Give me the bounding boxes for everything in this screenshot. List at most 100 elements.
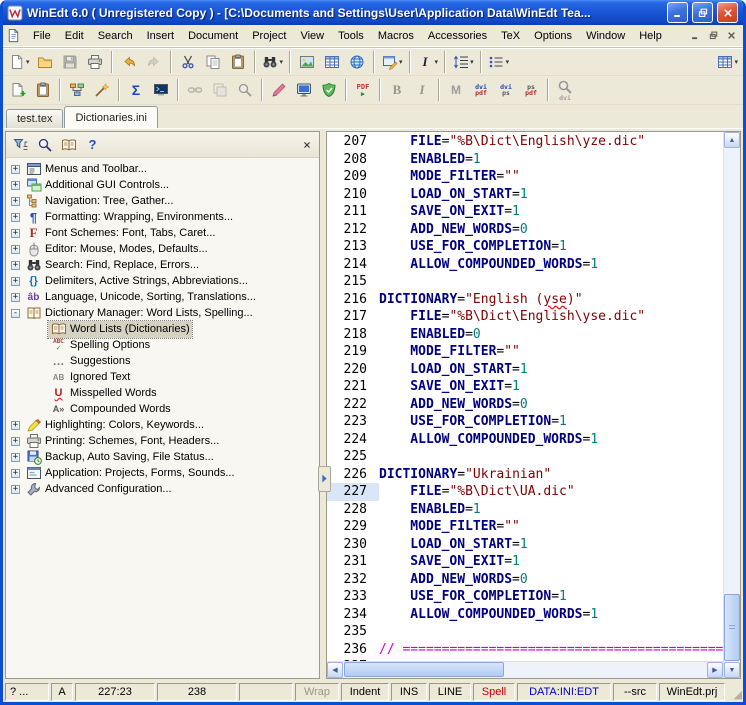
code-line-210[interactable]: 210LOAD_ON_START=1 <box>327 186 723 204</box>
tree-item-formatting-wrapping-environments[interactable]: +¶Formatting: Wrapping, Environments... <box>6 209 319 225</box>
menu-project[interactable]: Project <box>245 27 293 45</box>
code-line-209[interactable]: 209MODE_FILTER="" <box>327 168 723 186</box>
help-button[interactable]: ? <box>82 134 103 155</box>
italic-button[interactable]: I <box>410 78 434 102</box>
restore-button[interactable] <box>692 2 713 23</box>
scroll-down-button[interactable]: ▼ <box>724 662 740 678</box>
tree-expander[interactable]: + <box>11 213 20 222</box>
code-line-208[interactable]: 208ENABLED=1 <box>327 151 723 169</box>
dictionary-manager-button[interactable] <box>58 134 79 155</box>
code-line-216[interactable]: 216DICTIONARY="English (yse)" <box>327 291 723 309</box>
tree-item-ignored-text[interactable]: ABIgnored Text <box>6 369 319 385</box>
tree-expander[interactable]: + <box>11 277 20 286</box>
tree-item-delimiters-active-strings-abbreviations[interactable]: +{}Delimiters, Active Strings, Abbreviat… <box>6 273 319 289</box>
code-line-229[interactable]: 229MODE_FILTER="" <box>327 518 723 536</box>
new-document-button[interactable]: ▾ <box>6 50 32 74</box>
tree-expander[interactable]: + <box>11 421 20 430</box>
tree-item-compounded-words[interactable]: A»Compounded Words <box>6 401 319 417</box>
find-in-tree-button[interactable] <box>34 134 55 155</box>
copy-button[interactable] <box>201 50 225 74</box>
tree-item-additional-gui-controls[interactable]: +Additional GUI Controls... <box>6 177 319 193</box>
bold-button[interactable]: B <box>385 78 409 102</box>
tree-expander[interactable]: + <box>11 437 20 446</box>
redo-button[interactable] <box>142 50 166 74</box>
tree-item-dictionary-manager-word-lists-spelling[interactable]: -Dictionary Manager: Word Lists, Spellin… <box>6 305 319 321</box>
menu-macros[interactable]: Macros <box>371 27 421 45</box>
code-line-219[interactable]: 219MODE_FILTER="" <box>327 343 723 361</box>
open-file-button[interactable] <box>33 50 57 74</box>
code-line-236[interactable]: 236// ==================================… <box>327 641 723 659</box>
code-line-231[interactable]: 231SAVE_ON_EXIT=1 <box>327 553 723 571</box>
stack-pages-button[interactable] <box>208 78 232 102</box>
tree-item-highlighting-colors-keywords[interactable]: +Highlighting: Colors, Keywords... <box>6 417 319 433</box>
paste-button[interactable] <box>226 50 250 74</box>
tree-item-backup-auto-saving-file-status[interactable]: +Backup, Auto Saving, File Status... <box>6 449 319 465</box>
menu-window[interactable]: Window <box>579 27 632 45</box>
dvi-to-pdf-button[interactable]: dvipdf <box>469 78 493 102</box>
tree-item-application-projects-forms-sounds[interactable]: +Application: Projects, Forms, Sounds... <box>6 465 319 481</box>
tree-item-spelling-options[interactable]: ABC✓Spelling Options <box>6 337 319 353</box>
list-tools-button[interactable]: ▾ <box>486 50 512 74</box>
save-file-button[interactable] <box>58 50 82 74</box>
preview-screen-button[interactable] <box>292 78 316 102</box>
math-mode-button[interactable]: M <box>444 78 468 102</box>
cut-button[interactable] <box>176 50 200 74</box>
menu-accessories[interactable]: Accessories <box>421 27 494 45</box>
undo-button[interactable] <box>117 50 141 74</box>
tree-item-suggestions[interactable]: …Suggestions <box>6 353 319 369</box>
menu-view[interactable]: View <box>293 27 331 45</box>
code-line-212[interactable]: 212ADD_NEW_WORDS=0 <box>327 221 723 239</box>
document-tree-button[interactable] <box>65 78 89 102</box>
code-line-224[interactable]: 224ALLOW_COMPOUNDED_WORDS=1 <box>327 431 723 449</box>
find-button[interactable]: ▾ <box>260 50 286 74</box>
menu-tex[interactable]: TeX <box>494 27 527 45</box>
menu-file[interactable]: File <box>26 27 58 45</box>
tab-dictionaries-ini[interactable]: Dictionaries.ini <box>64 106 158 128</box>
mdi-close-button[interactable] <box>723 28 740 43</box>
app-icon[interactable] <box>7 5 23 21</box>
tree-expander[interactable]: + <box>11 485 20 494</box>
dvi-to-ps-button[interactable]: dvips <box>494 78 518 102</box>
resize-grip[interactable]: ◢ <box>727 683 742 701</box>
tree-item-navigation-tree-gather[interactable]: +Navigation: Tree, Gather... <box>6 193 319 209</box>
horizontal-scroll-track[interactable] <box>343 662 707 678</box>
code-line-223[interactable]: 223USE_FOR_COMPLETION=1 <box>327 413 723 431</box>
active-strings-button[interactable]: ▾ <box>379 50 405 74</box>
document-icon[interactable] <box>6 28 23 44</box>
code-line-225[interactable]: 225 <box>327 448 723 466</box>
scroll-left-button[interactable]: ◀ <box>327 662 343 678</box>
safety-options-button[interactable] <box>317 78 341 102</box>
code-line-207[interactable]: 207FILE="%B\Dict\English\yze.dic" <box>327 133 723 151</box>
code-line-215[interactable]: 215 <box>327 273 723 291</box>
insert-table-button[interactable] <box>320 50 344 74</box>
clipboard-button[interactable] <box>31 78 55 102</box>
tree-expander[interactable]: + <box>11 181 20 190</box>
panel-splitter[interactable] <box>320 129 326 681</box>
minimize-button[interactable] <box>667 2 688 23</box>
ps-to-pdf-button[interactable]: pspdf <box>519 78 543 102</box>
erase-markers-button[interactable] <box>267 78 291 102</box>
status-wrap[interactable]: Wrap <box>295 683 339 701</box>
menu-tools[interactable]: Tools <box>331 27 371 45</box>
code-line-232[interactable]: 232ADD_NEW_WORDS=0 <box>327 571 723 589</box>
code-line-213[interactable]: 213USE_FOR_COMPLETION=1 <box>327 238 723 256</box>
status-indent[interactable]: Indent <box>341 683 389 701</box>
line-spacing-button[interactable]: ▾ <box>450 50 476 74</box>
tree-item-language-unicode-sorting-translations[interactable]: +âbLanguage, Unicode, Sorting, Translati… <box>6 289 319 305</box>
code-line-226[interactable]: 226DICTIONARY="Ukrainian" <box>327 466 723 484</box>
tree-item-misspelled-words[interactable]: UMisspelled Words <box>6 385 319 401</box>
menu-document[interactable]: Document <box>181 27 245 45</box>
code-line-214[interactable]: 214ALLOW_COMPOUNDED_WORDS=1 <box>327 256 723 274</box>
tree-expander[interactable]: + <box>11 229 20 238</box>
dvi-search-button[interactable]: dvi <box>553 78 577 102</box>
options-interface-button[interactable] <box>90 78 114 102</box>
menu-insert[interactable]: Insert <box>140 27 182 45</box>
tree-item-font-schemes-font-tabs-caret[interactable]: +FFont Schemes: Font, Tabs, Caret... <box>6 225 319 241</box>
tree-expander[interactable]: + <box>11 197 20 206</box>
tree-expander[interactable]: + <box>11 245 20 254</box>
tree-expander[interactable]: + <box>11 469 20 478</box>
menu-options[interactable]: Options <box>527 27 579 45</box>
code-line-222[interactable]: 222ADD_NEW_WORDS=0 <box>327 396 723 414</box>
tree-item-advanced-configuration[interactable]: +Advanced Configuration... <box>6 481 319 497</box>
code-line-217[interactable]: 217FILE="%B\Dict\English\yse.dic" <box>327 308 723 326</box>
